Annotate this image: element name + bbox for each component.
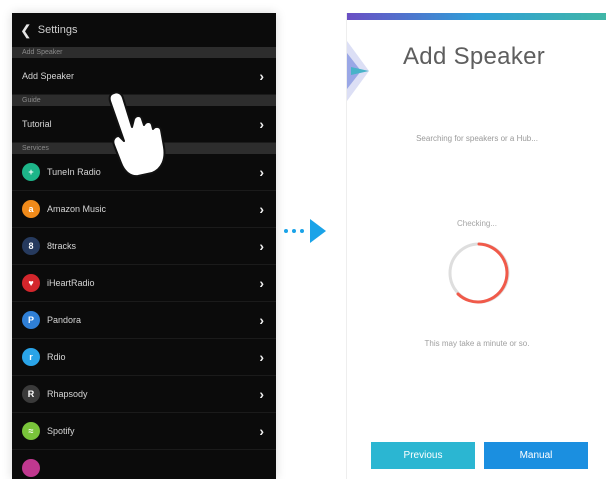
- service-item-amazon-music[interactable]: a Amazon Music ›: [12, 191, 276, 228]
- brand-logo-icon: [347, 41, 369, 101]
- chevron-right-icon: ›: [259, 423, 264, 439]
- pandora-icon: P: [22, 311, 40, 329]
- flow-arrow: [284, 219, 334, 243]
- chevron-right-icon: ›: [259, 238, 264, 254]
- section-header-add-speaker: Add Speaker: [12, 47, 276, 58]
- service-partial-icon: [22, 459, 40, 477]
- service-item-rhapsody[interactable]: R Rhapsody ›: [12, 376, 276, 413]
- spotify-icon: ≈: [22, 422, 40, 440]
- menu-item-label: Add Speaker: [22, 71, 75, 81]
- arrow-right-icon: [310, 219, 326, 243]
- chevron-right-icon: ›: [259, 116, 264, 132]
- rdio-icon: r: [22, 348, 40, 366]
- flow-dot: [292, 229, 296, 233]
- service-label: Spotify: [47, 426, 75, 436]
- back-chevron-icon[interactable]: ❮: [20, 22, 32, 39]
- tap-hand-icon: [108, 91, 166, 178]
- chevron-right-icon: ›: [259, 275, 264, 291]
- add-speaker-screen: Add Speaker Searching for speakers or a …: [346, 13, 606, 479]
- service-label: Pandora: [47, 315, 82, 325]
- tunein-icon: +: [22, 163, 40, 181]
- iheartradio-icon: ♥: [22, 274, 40, 292]
- service-label: Rhapsody: [47, 389, 88, 399]
- page-title: Add Speaker: [403, 43, 546, 70]
- wait-hint-text: This may take a minute or so.: [424, 339, 530, 348]
- service-item-8tracks[interactable]: 8 8tracks ›: [12, 228, 276, 265]
- 8tracks-icon: 8: [22, 237, 40, 255]
- service-label: iHeartRadio: [47, 278, 95, 288]
- flow-dot: [284, 229, 288, 233]
- settings-nav-bar: ❮ Settings: [12, 13, 276, 47]
- chevron-right-icon: ›: [259, 164, 264, 180]
- chevron-right-icon: ›: [259, 68, 264, 84]
- amazon-icon: a: [22, 200, 40, 218]
- nav-title: Settings: [37, 24, 78, 36]
- chevron-right-icon: ›: [259, 312, 264, 328]
- chevron-right-icon: ›: [259, 386, 264, 402]
- flow-dot: [300, 229, 304, 233]
- service-item-iheartradio[interactable]: ♥ iHeartRadio ›: [12, 265, 276, 302]
- manual-button[interactable]: Manual: [484, 442, 588, 469]
- settings-screen: ❮ Settings Add Speaker Add Speaker › Gui…: [12, 13, 276, 479]
- service-item-pandora[interactable]: P Pandora ›: [12, 302, 276, 339]
- service-item-spotify[interactable]: ≈ Spotify ›: [12, 413, 276, 450]
- searching-status-text: Searching for speakers or a Hub...: [416, 134, 538, 143]
- service-label: Rdio: [47, 352, 66, 362]
- previous-button[interactable]: Previous: [371, 442, 475, 469]
- loading-spinner: [448, 242, 510, 304]
- service-label: Amazon Music: [47, 204, 107, 214]
- header-gradient-bar: [347, 13, 606, 20]
- service-label: 8tracks: [47, 241, 77, 251]
- chevron-right-icon: ›: [259, 349, 264, 365]
- rhapsody-icon: R: [22, 385, 40, 403]
- checking-status-text: Checking...: [456, 219, 498, 228]
- service-item-rdio[interactable]: r Rdio ›: [12, 339, 276, 376]
- service-item-partial[interactable]: [12, 450, 276, 479]
- chevron-right-icon: ›: [259, 201, 264, 217]
